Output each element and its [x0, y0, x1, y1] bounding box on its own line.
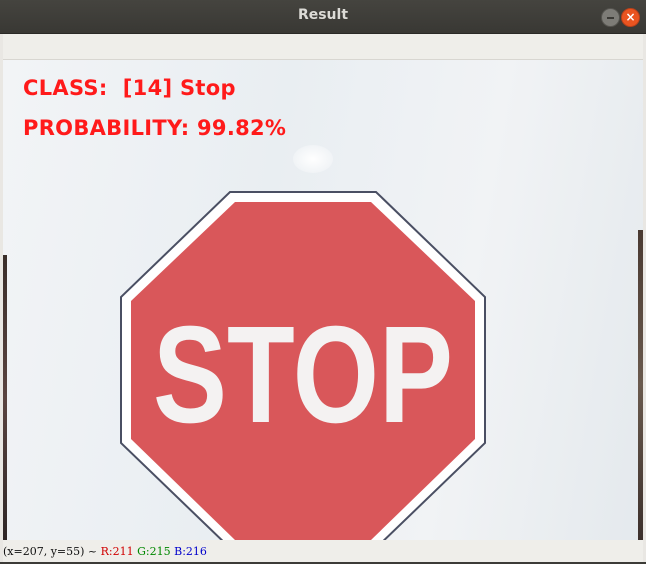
toolbar — [3, 34, 643, 60]
close-button[interactable]: × — [621, 8, 640, 27]
light-glare — [293, 145, 333, 173]
background-edge-left — [3, 255, 7, 540]
camera-frame[interactable]: STOP CLASS: [14] Stop PROBABILITY: 99.82… — [3, 60, 643, 540]
background-edge-right — [638, 230, 643, 540]
pixel-red-value: R:211 — [100, 545, 134, 558]
stop-sign-text: STOP — [153, 298, 453, 452]
probability-label: PROBABILITY: 99.82% — [23, 116, 287, 140]
pixel-green-value: G:215 — [137, 545, 171, 558]
status-bar: (x=207, y=55) ~ R:211 G:215 B:216 — [3, 540, 643, 562]
cursor-coords: (x=207, y=55) ~ — [3, 545, 101, 558]
window-title: Result — [297, 7, 349, 23]
result-window: Result × STOP CLASS: [14] Stop PROBABILI… — [0, 0, 646, 562]
stop-sign-image: STOP — [120, 191, 486, 540]
minimize-button[interactable] — [601, 8, 620, 27]
class-label: CLASS: [14] Stop — [23, 76, 236, 100]
pixel-blue-value: B:216 — [174, 545, 207, 558]
title-bar[interactable]: Result × — [0, 0, 646, 34]
